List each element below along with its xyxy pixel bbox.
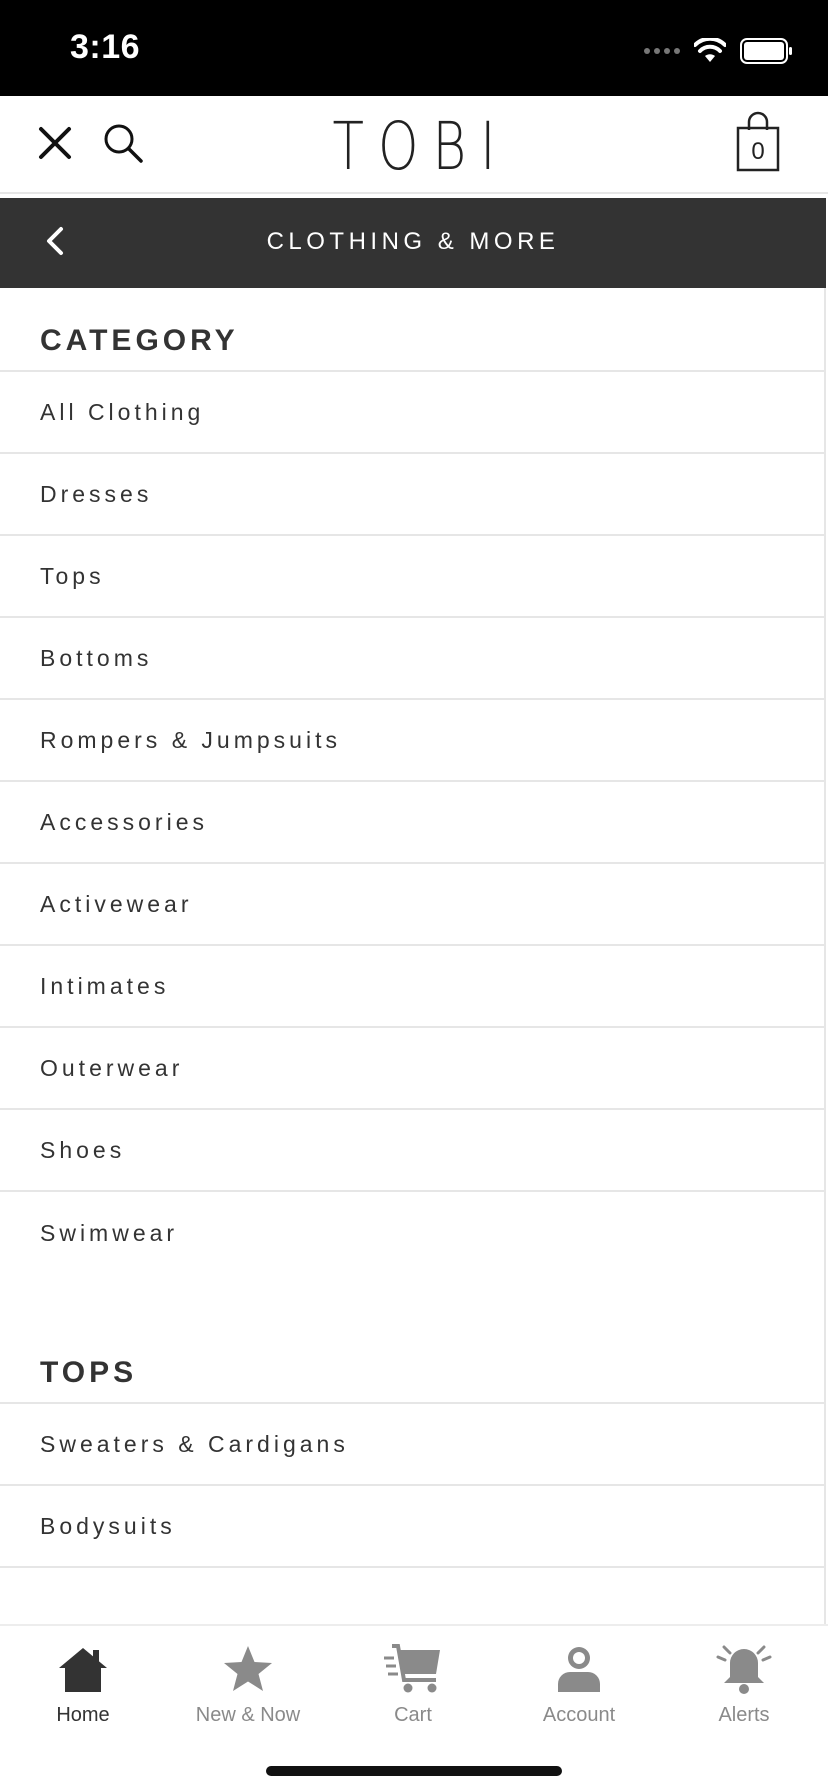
list-item-rompers-jumpsuits[interactable]: Rompers & Jumpsuits: [0, 700, 824, 782]
list-item-tops[interactable]: Tops: [0, 536, 824, 618]
tab-home[interactable]: Home: [0, 1640, 166, 1750]
list-item-sweaters-cardigans[interactable]: Sweaters & Cardigans: [0, 1404, 824, 1486]
tab-alerts[interactable]: Alerts: [661, 1640, 827, 1750]
list-item-outerwear[interactable]: Outerwear: [0, 1028, 824, 1110]
tab-account[interactable]: Account: [496, 1640, 662, 1750]
list-item-bottoms[interactable]: Bottoms: [0, 618, 824, 700]
list-item-swimwear[interactable]: Swimwear: [0, 1192, 824, 1274]
cart-icon: [381, 1640, 445, 1698]
list-item-shoes[interactable]: Shoes: [0, 1110, 824, 1192]
tab-new-and-now[interactable]: New & Now: [165, 1640, 331, 1750]
section-title-tops: TOPS: [0, 1274, 824, 1404]
status-icons: [644, 36, 794, 66]
bag-count-badge: 0: [751, 138, 765, 165]
cellular-signal-icon: [644, 48, 680, 54]
tab-cart[interactable]: Cart: [330, 1640, 496, 1750]
star-icon: [216, 1640, 280, 1698]
menu-title: CLOTHING & MORE: [266, 228, 560, 255]
brand-logo[interactable]: TOBI: [91, 108, 737, 185]
close-button[interactable]: [30, 118, 80, 168]
list-item-dresses[interactable]: Dresses: [0, 454, 824, 536]
list-item-bodysuits[interactable]: Bodysuits: [0, 1486, 824, 1568]
section-title-category: CATEGORY: [0, 288, 824, 372]
battery-icon: [740, 38, 792, 64]
menu-content: CATEGORY All Clothing Dresses Tops Botto…: [0, 288, 826, 1624]
screen: 3:16 TOBI 0 CLOTHING & MORE CATEGORY All…: [0, 0, 828, 1792]
tab-new-and-now-label: New & Now: [195, 1704, 301, 1726]
home-icon: [51, 1640, 115, 1698]
tab-alerts-label: Alerts: [718, 1704, 770, 1726]
tab-home-label: Home: [56, 1704, 110, 1726]
list-item-all-clothing[interactable]: All Clothing: [0, 372, 824, 454]
shopping-bag-button[interactable]: 0: [730, 110, 786, 176]
close-icon: [39, 127, 71, 159]
list-item-accessories[interactable]: Accessories: [0, 782, 824, 864]
menu-subheader: CLOTHING & MORE: [0, 198, 826, 288]
status-bar: 3:16: [0, 0, 828, 96]
tab-cart-label: Cart: [394, 1704, 432, 1726]
list-item-activewear[interactable]: Activewear: [0, 864, 824, 946]
tab-account-label: Account: [542, 1704, 616, 1726]
app-header: TOBI 0: [0, 96, 828, 194]
account-icon: [547, 1640, 611, 1698]
wifi-icon: [694, 38, 726, 62]
list-item-intimates[interactable]: Intimates: [0, 946, 824, 1028]
bell-icon: [712, 1640, 776, 1698]
status-time: 3:16: [70, 28, 141, 66]
home-indicator[interactable]: [266, 1766, 562, 1776]
